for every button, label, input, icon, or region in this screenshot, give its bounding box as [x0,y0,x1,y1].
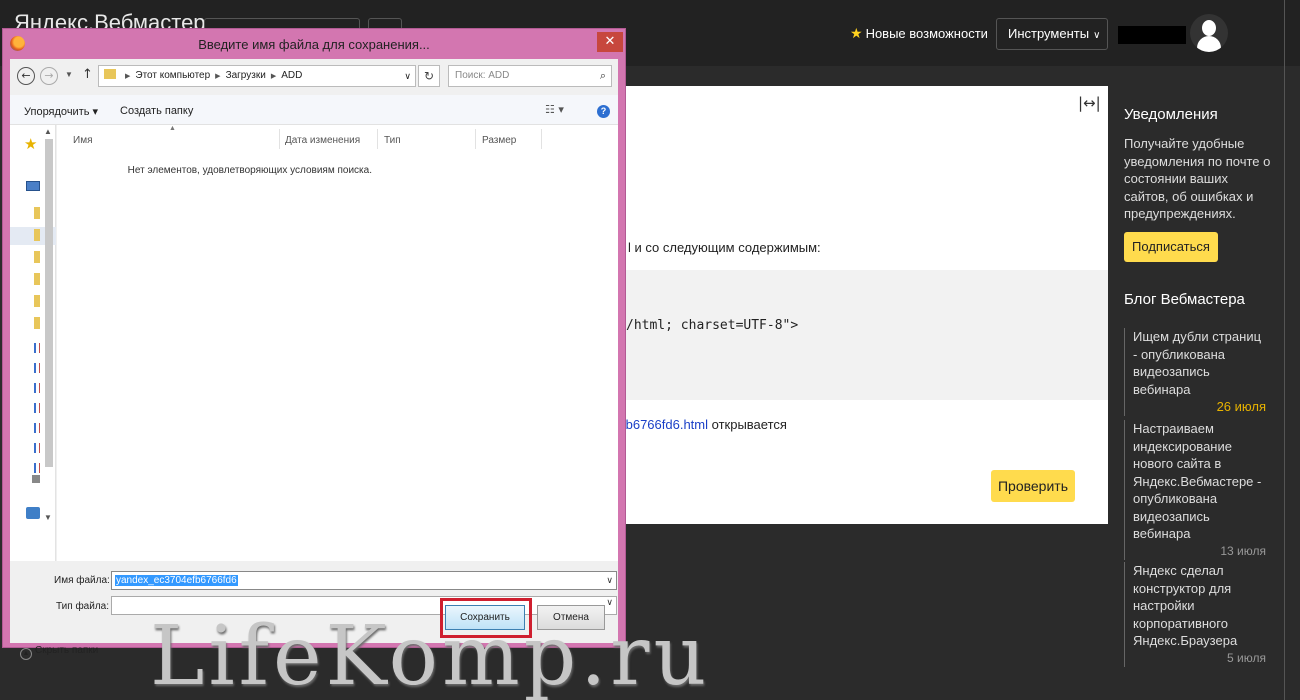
search-placeholder: Поиск: ADD [455,70,510,81]
page-divider [1284,0,1285,700]
folder-icon[interactable] [34,229,40,241]
blog-title: Блог Вебмастера [1124,291,1245,308]
forward-arrow-icon[interactable]: → [40,67,58,85]
link-suffix: открывается [708,417,787,432]
file-name-value: yandex_ec3704efb6766fd6 [115,575,238,586]
dialog-toolbar: Упорядочить ▾ Создать папку ☷ ▾ ? [10,95,618,125]
new-features-link[interactable]: ★ Новые возможности [850,25,988,42]
dialog-titlebar[interactable]: Введите имя файла для сохранения... ✕ [3,29,625,59]
organize-menu-button[interactable]: Упорядочить ▾ [24,105,98,118]
column-separator[interactable] [475,129,476,149]
refresh-icon[interactable]: ↻ [418,65,440,87]
back-arrow-icon[interactable]: ← [17,67,35,85]
blog-post[interactable]: Настраиваем индексирование нового сайта … [1124,420,1266,560]
network-icon[interactable] [26,507,40,519]
nav-scrollbar[interactable]: ▲ ▼ [43,125,55,531]
drive-icon[interactable] [32,475,40,483]
blog-post-title[interactable]: Настраиваем индексирование нового сайта … [1133,420,1266,543]
notifications-text: Получайте удобные уведомления по почте о… [1124,136,1271,221]
file-type-label: Тип файла: [56,601,109,612]
up-arrow-icon[interactable]: ↑ [82,67,93,82]
blog-post-date: 13 июля [1220,543,1266,558]
watermark: LifeKomp.ru [150,609,711,700]
column-separator[interactable] [377,129,378,149]
new-features-label: Новые возможности [865,26,988,41]
scroll-down-icon[interactable]: ▼ [44,513,52,522]
folder-icon [104,69,116,79]
library-icon[interactable] [34,443,40,453]
breadcrumb-item[interactable]: Этот компьютер [135,70,210,81]
dialog-body: ← → ▼ ↑ ▶ Этот компьютер ▶ Загрузки ▶ ADD ∨ ↻… [10,59,618,660]
blog-post-title[interactable]: Ищем дубли страниц - опубликована видеоз… [1133,328,1266,398]
column-header-type[interactable]: Тип [384,135,401,146]
help-icon[interactable]: ? [597,105,610,118]
chevron-down-icon[interactable]: ∨ [606,572,613,589]
code-text: /html; charset=UTF-8"> [626,318,799,333]
tools-label: Инструменты [1008,26,1090,41]
file-name-label: Имя файла: [54,575,110,586]
blog-post[interactable]: Яндекс сделал конструктор для настройки … [1124,562,1266,667]
avatar[interactable] [1190,14,1228,52]
recent-locations-dropdown-icon[interactable]: ▼ [65,70,73,79]
collapse-up-icon: ▲ [20,648,32,660]
library-icon[interactable] [34,463,40,473]
check-url-text: fb6766fd6.html открывается [622,417,787,432]
code-block [612,270,1108,400]
column-separator[interactable] [279,129,280,149]
column-header-name[interactable]: Имя [73,135,92,146]
hide-folders-button[interactable]: ▲ Скрыть папки [20,645,98,660]
save-file-dialog: Введите имя файла для сохранения... ✕ ← … [2,28,626,660]
blog-post-date: 5 июля [1227,650,1266,665]
scroll-up-icon[interactable]: ▲ [44,127,52,136]
column-separator[interactable] [541,129,542,149]
blog-post-title[interactable]: Яндекс сделал конструктор для настройки … [1133,562,1266,650]
logo-text[interactable]: Яндекс.Вебмастер [14,10,206,30]
verification-file-link[interactable]: fb6766fd6.html [622,417,708,432]
chevron-down-icon[interactable]: ∨ [404,66,411,86]
library-icon[interactable] [34,403,40,413]
tools-menu-button[interactable]: Инструменты ∨ [996,18,1108,50]
address-bar: ← → ▼ ↑ ▶ Этот компьютер ▶ Загрузки ▶ ADD ∨ ↻… [10,59,618,93]
folder-icon[interactable] [34,317,40,329]
breadcrumb-item[interactable]: Загрузки [226,70,266,81]
close-button[interactable]: ✕ [597,32,623,52]
folder-icon[interactable] [34,273,40,285]
empty-folder-message: Нет элементов, удовлетворяющих условиям … [127,165,372,176]
blog-post[interactable]: Ищем дубли страниц - опубликована видеоз… [1124,328,1266,416]
notifications-title: Уведомления [1124,106,1218,123]
file-list[interactable]: ▲ Имя Дата изменения Тип Размер Нет элем… [57,125,618,561]
folder-icon[interactable] [34,207,40,219]
verify-button[interactable]: Проверить [991,470,1075,502]
expand-horizontal-icon[interactable]: |↔| [1078,94,1101,112]
sort-arrow-icon: ▲ [169,125,176,132]
blog-post-date: 26 июля [1216,399,1266,414]
hide-folders-label: Скрыть папки [35,645,99,656]
file-name-input[interactable]: yandex_ec3704efb6766fd6 ∨ [111,571,617,590]
breadcrumb[interactable]: ▶ Этот компьютер ▶ Загрузки ▶ ADD ∨ [98,65,416,87]
chevron-down-icon: ∨ [1093,30,1101,41]
user-name-redacted [1118,26,1186,44]
folder-icon[interactable] [34,295,40,307]
search-input[interactable]: Поиск: ADD ⌕ [448,65,612,87]
folder-icon[interactable] [34,251,40,263]
column-header-date[interactable]: Дата изменения [285,135,360,146]
subscribe-button[interactable]: Подписаться [1124,232,1218,262]
favorites-star-icon[interactable]: ★ [24,135,37,153]
computer-icon[interactable] [26,181,40,191]
breadcrumb-item[interactable]: ADD [281,70,302,81]
instruction-text: l и со следующим содержимым: [628,240,821,255]
library-icon[interactable] [34,343,40,353]
column-header-size[interactable]: Размер [482,135,516,146]
new-folder-button[interactable]: Создать папку [120,105,193,117]
library-icon[interactable] [34,423,40,433]
chevron-down-icon[interactable]: ∨ [606,597,613,608]
library-icon[interactable] [34,363,40,373]
star-icon: ★ [850,25,863,41]
view-options-icon[interactable]: ☷ ▾ [545,103,564,116]
scrollbar-thumb[interactable] [45,139,53,467]
library-icon[interactable] [34,383,40,393]
dialog-title: Введите имя файла для сохранения... [198,37,430,52]
search-icon: ⌕ [599,69,606,82]
